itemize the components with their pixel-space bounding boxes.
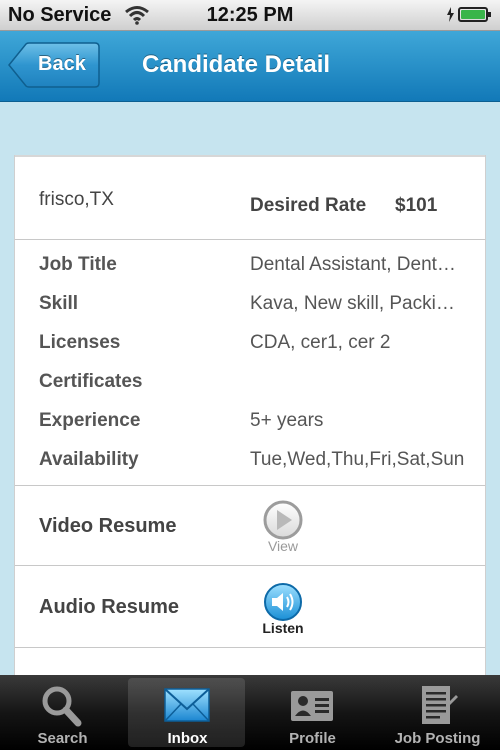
desired-rate-value: $101 [395,195,438,216]
certificates-label: Certificates [39,371,143,392]
skill-value: Kava, New skill, Packi… [250,293,455,314]
tab-profile[interactable]: Profile [250,675,375,750]
charging-icon [447,7,454,22]
tab-profile-label: Profile [289,730,336,747]
tab-inbox-label: Inbox [167,730,208,747]
document-icon [422,686,458,724]
envelope-icon [164,688,210,722]
view-button-label: View [267,538,299,554]
profile-card-icon [291,691,333,721]
desired-rate-label: Desired Rate [250,195,367,216]
licenses-label: Licenses [39,332,121,353]
search-icon [42,686,82,727]
status-bar: No Service 12:25 PM [0,0,500,31]
tab-search[interactable]: Search [0,675,125,750]
back-button[interactable]: Back [8,42,100,88]
back-button-label: Back [38,53,86,75]
divider [15,565,485,566]
job-title-label: Job Title [39,254,117,275]
audio-resume-label: Audio Resume [39,596,180,618]
audio-resume-listen-button[interactable]: Listen [255,582,311,636]
experience-label: Experience [39,410,141,431]
listen-button-label: Listen [262,620,304,636]
skill-label: Skill [39,293,79,314]
candidate-location: frisco,TX [39,189,114,210]
tab-search-label: Search [37,730,88,747]
divider [15,239,485,240]
navigation-bar: Back Candidate Detail [0,31,500,102]
video-resume-label: Video Resume [39,515,177,537]
page-title: Candidate Detail [142,51,331,78]
licenses-value: CDA, cer1, cer 2 [250,332,391,353]
availability-label: Availability [39,449,139,470]
video-resume-view-button[interactable]: View [255,500,311,554]
divider [15,485,485,486]
divider [15,647,485,648]
speaker-icon [264,583,302,621]
tab-job-posting[interactable]: Job Posting [375,675,500,750]
battery-icon [458,7,491,22]
availability-value: Tue,Wed,Thu,Fri,Sat,Sun [250,449,465,470]
experience-value: 5+ years [250,410,324,431]
tab-bar: Search Inbox Profile Job Posting [0,675,500,750]
tab-job-posting-label: Job Posting [394,730,481,747]
clock: 12:25 PM [206,4,294,26]
tab-inbox[interactable]: Inbox [125,675,250,750]
candidate-detail-card: frisco,TX Desired Rate $101 Job Title De… [14,155,486,675]
job-title-value: Dental Assistant, Dent… [250,254,456,275]
play-icon [263,500,303,540]
